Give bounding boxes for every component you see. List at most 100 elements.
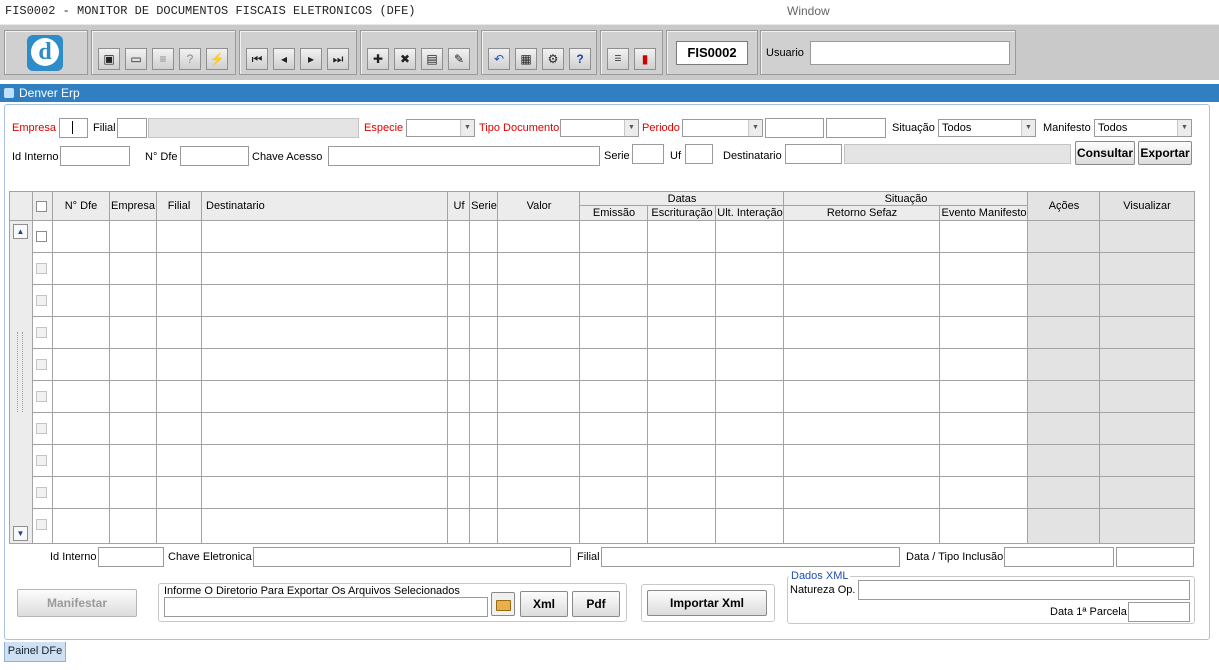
- query-icon[interactable]: ?: [179, 48, 201, 70]
- col-header-n-dfe: N° Dfe: [64, 200, 98, 212]
- destinatario-input[interactable]: [785, 144, 842, 164]
- settings-icon[interactable]: ⚙: [542, 48, 564, 70]
- data-parcela-input[interactable]: [1128, 602, 1190, 622]
- detail-filial-input[interactable]: [601, 547, 900, 567]
- col-line: [447, 192, 448, 543]
- row-checkbox[interactable]: [36, 359, 47, 370]
- tipo-inclusao-input[interactable]: [1116, 547, 1194, 567]
- usuario-label: Usuario: [766, 47, 804, 59]
- scroll-thumb[interactable]: [17, 332, 23, 412]
- row-checkbox[interactable]: [36, 519, 47, 530]
- empresa-input[interactable]: [59, 118, 88, 138]
- chave-acesso-input[interactable]: [328, 146, 600, 166]
- help-icon[interactable]: ?: [569, 48, 591, 70]
- col-header-acoes: Ações: [1048, 200, 1080, 212]
- delete-record-icon[interactable]: ✖: [394, 48, 416, 70]
- duplicate-record-icon[interactable]: ▤: [421, 48, 443, 70]
- col-header-retorno-sefaz: Retorno Sefaz: [826, 207, 898, 219]
- periodo-label: Periodo: [642, 122, 680, 134]
- row-line: [32, 444, 1194, 445]
- xml-button[interactable]: Xml: [520, 591, 568, 617]
- window-icon[interactable]: ▭: [125, 48, 147, 70]
- tab-painel-dfe[interactable]: Painel DFe: [4, 642, 66, 662]
- print-icon[interactable]: ≡: [152, 48, 174, 70]
- col-header-filial: Filial: [167, 200, 191, 212]
- col-line: [497, 192, 498, 543]
- menu-icon[interactable]: ☰: [607, 48, 629, 70]
- uf-input[interactable]: [685, 144, 713, 164]
- importar-xml-button[interactable]: Importar Xml: [647, 590, 767, 616]
- manifesto-label: Manifesto: [1043, 122, 1091, 134]
- natureza-op-input[interactable]: [858, 580, 1190, 600]
- manifestar-button[interactable]: Manifestar: [17, 589, 137, 617]
- last-record-icon[interactable]: ⏭: [327, 48, 349, 70]
- exportar-button[interactable]: Exportar: [1138, 141, 1192, 165]
- chevron-down-icon: ▼: [460, 120, 474, 136]
- insert-record-icon[interactable]: ✚: [367, 48, 389, 70]
- destinatario-label: Destinatario: [723, 150, 782, 162]
- dados-xml-legend: Dados XML: [789, 570, 851, 582]
- chave-eletronica-input[interactable]: [253, 547, 571, 567]
- situacao-select[interactable]: Todos ▼: [938, 119, 1036, 137]
- export-directory-input[interactable]: [164, 597, 488, 617]
- filial-name-display: [148, 118, 359, 138]
- detail-filial-label: Filial: [577, 551, 600, 563]
- undo-icon[interactable]: ↶: [488, 48, 510, 70]
- first-record-icon[interactable]: ⏮: [246, 48, 268, 70]
- especie-label: Especie: [364, 122, 404, 134]
- text-cursor: [72, 121, 73, 134]
- save-icon[interactable]: ▣: [98, 48, 120, 70]
- col-header-datas: Datas: [667, 193, 697, 205]
- row-checkbox[interactable]: [36, 391, 47, 402]
- previous-record-icon[interactable]: ◂: [273, 48, 295, 70]
- scroll-up-icon[interactable]: ▲: [13, 224, 28, 239]
- row-checkbox[interactable]: [36, 231, 47, 242]
- chave-acesso-label: Chave Acesso: [252, 151, 323, 163]
- serie-input[interactable]: [632, 144, 664, 164]
- row-line: [32, 252, 1194, 253]
- toolbar-group-tools: ↶ ▦ ⚙ ?: [481, 30, 597, 75]
- clipboard-icon[interactable]: ▦: [515, 48, 537, 70]
- especie-select[interactable]: ▼: [406, 119, 475, 137]
- tipo-documento-select[interactable]: ▼: [560, 119, 639, 137]
- periodo-end-input[interactable]: [826, 118, 886, 138]
- usuario-input[interactable]: [810, 41, 1010, 65]
- user-group: Usuario: [760, 30, 1016, 75]
- serie-label: Serie: [604, 150, 630, 162]
- col-header-empresa: Empresa: [110, 200, 156, 212]
- periodo-select[interactable]: ▼: [682, 119, 763, 137]
- row-checkbox[interactable]: [36, 423, 47, 434]
- row-checkbox[interactable]: [36, 455, 47, 466]
- row-checkbox[interactable]: [36, 295, 47, 306]
- id-interno-label: Id Interno: [12, 151, 59, 163]
- row-checkbox[interactable]: [36, 263, 47, 274]
- export-directory-label: Informe O Diretorio Para Exportar Os Arq…: [164, 585, 460, 597]
- col-line: [156, 192, 157, 543]
- next-record-icon[interactable]: ▸: [300, 48, 322, 70]
- toolbar: ▣ ▭ ≡ ? ⚡ ⏮ ◂ ▸ ⏭ ✚ ✖ ▤ ✎ ↶ ▦ ⚙ ? ☰ ▮ FI…: [0, 24, 1219, 80]
- detail-id-interno-input[interactable]: [98, 547, 164, 567]
- manifesto-select[interactable]: Todos ▼: [1094, 119, 1192, 137]
- edit-record-icon[interactable]: ✎: [448, 48, 470, 70]
- uf-label: Uf: [670, 150, 681, 162]
- form-code-group: FIS0002: [666, 30, 758, 75]
- scroll-down-icon[interactable]: ▼: [13, 526, 28, 541]
- row-checkbox[interactable]: [36, 487, 47, 498]
- data-inclusao-input[interactable]: [1004, 547, 1114, 567]
- id-interno-input[interactable]: [60, 146, 130, 166]
- grid-action-columns-bg: [1028, 192, 1194, 543]
- n-dfe-input[interactable]: [180, 146, 249, 166]
- periodo-start-input[interactable]: [765, 118, 824, 138]
- folder-icon[interactable]: [491, 592, 515, 616]
- row-checkbox[interactable]: [36, 327, 47, 338]
- results-grid: ▲ ▼ N° Dfe Empresa Filial Destinatario U…: [9, 191, 1195, 544]
- header-divider: [10, 220, 1194, 221]
- pdf-button[interactable]: Pdf: [572, 591, 620, 617]
- consultar-button[interactable]: Consultar: [1075, 141, 1135, 165]
- row-line: [32, 412, 1194, 413]
- exit-icon[interactable]: ▮: [634, 48, 656, 70]
- execute-query-icon[interactable]: ⚡: [206, 48, 228, 70]
- select-all-checkbox[interactable]: [36, 201, 47, 212]
- folder-shape: [496, 600, 511, 611]
- filial-input[interactable]: [117, 118, 147, 138]
